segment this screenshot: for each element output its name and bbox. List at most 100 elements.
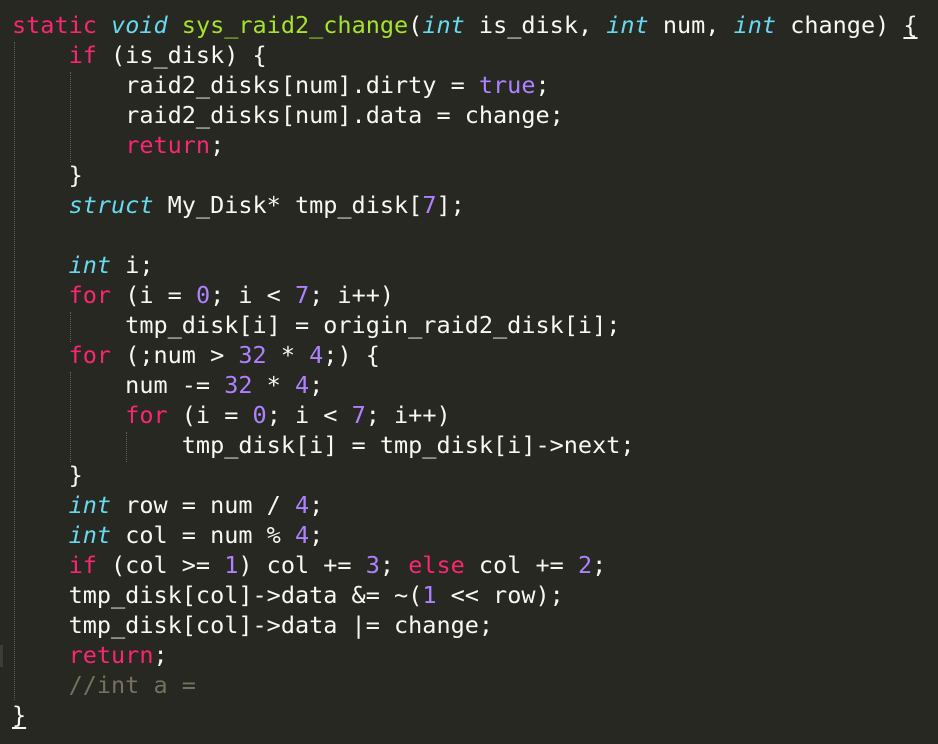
code-token: (i =: [167, 401, 253, 429]
code-line[interactable]: int row = num / 4;: [12, 490, 324, 520]
code-token: static: [12, 11, 97, 39]
code-token: tmp_disk[i] = tmp_disk[i]->next;: [12, 431, 635, 459]
code-line[interactable]: tmp_disk[col]->data &= ~(1 << row);: [12, 580, 564, 610]
code-token: raid2_disks[num].data = change;: [12, 101, 564, 129]
code-token: row = num /: [111, 491, 295, 519]
code-token: void: [111, 11, 168, 39]
code-line[interactable]: if (col >= 1) col += 3; else col += 2;: [12, 550, 607, 580]
code-token: ;: [153, 641, 168, 669]
code-token: }: [12, 461, 83, 489]
code-token: int: [68, 251, 112, 279]
code-token: sys_raid2_change: [181, 11, 409, 39]
code-token: col +=: [464, 551, 578, 579]
code-token: else: [408, 551, 465, 579]
code-line[interactable]: static void sys_raid2_change(int is_disk…: [12, 10, 918, 40]
code-line[interactable]: return;: [12, 640, 168, 670]
code-token: true: [478, 71, 536, 99]
code-token: col = num %: [111, 521, 295, 549]
code-token: if: [68, 41, 97, 69]
code-token: if: [68, 551, 97, 579]
code-line[interactable]: int i;: [12, 250, 154, 280]
code-token: 7: [294, 281, 310, 309]
code-token: 0: [252, 401, 267, 429]
code-token: is_disk,: [464, 11, 607, 39]
code-token: (col >=: [96, 551, 225, 579]
code-line[interactable]: num -= 32 * 4;: [12, 370, 323, 400]
code-token: ) col +=: [238, 551, 366, 579]
code-line[interactable]: for (i = 0; i < 7; i++): [12, 400, 451, 430]
code-token: ;: [309, 521, 324, 549]
code-token: for: [68, 281, 112, 309]
code-token: }: [12, 701, 27, 729]
code-token: ; i++): [365, 401, 451, 429]
code-line[interactable]: }: [12, 460, 83, 490]
code-token: (i =: [111, 281, 196, 309]
code-token: tmp_disk[col]->data |= change;: [12, 611, 494, 639]
code-line[interactable]: //int a =: [12, 670, 196, 700]
code-token: for: [68, 341, 112, 369]
code-line[interactable]: struct My_Disk* tmp_disk[7];: [12, 190, 465, 220]
code-token: (;num >: [111, 341, 239, 369]
code-line[interactable]: raid2_disks[num].dirty = true;: [12, 70, 550, 100]
code-token: 32: [238, 341, 267, 369]
code-token: int: [68, 521, 112, 549]
code-line[interactable]: for (;num > 32 * 4;) {: [12, 340, 380, 370]
line-marker: [0, 645, 3, 667]
code-editor[interactable]: static void sys_raid2_change(int is_disk…: [0, 0, 938, 744]
code-line[interactable]: }: [12, 160, 83, 190]
code-token: for: [125, 401, 168, 429]
code-token: ; i <: [266, 401, 352, 429]
code-token: 4: [309, 341, 324, 369]
code-token: (: [408, 11, 423, 39]
code-token: *: [266, 341, 310, 369]
code-token: My_Disk* tmp_disk[: [153, 191, 423, 219]
code-line[interactable]: tmp_disk[i] = tmp_disk[i]->next;: [12, 430, 635, 460]
code-token: ;: [309, 491, 324, 519]
code-token: int: [422, 11, 465, 39]
code-token: ];: [436, 191, 465, 219]
code-token: int: [733, 11, 777, 39]
code-token: ;) {: [323, 341, 380, 369]
code-token: int: [68, 491, 112, 519]
code-line[interactable]: raid2_disks[num].data = change;: [12, 100, 564, 130]
code-line[interactable]: }: [12, 700, 26, 730]
code-token: ; i++): [309, 281, 395, 309]
code-token: << row);: [436, 581, 564, 609]
code-token: return: [125, 131, 211, 159]
code-token: 1: [224, 551, 239, 579]
code-token: 7: [351, 401, 366, 429]
code-token: tmp_disk[col]->data &= ~(: [12, 581, 423, 609]
code-line[interactable]: tmp_disk[i] = origin_raid2_disk[i];: [12, 310, 620, 340]
code-token: 1: [422, 581, 437, 609]
code-token: ;: [210, 131, 225, 159]
code-line[interactable]: return;: [12, 130, 224, 160]
code-token: 4: [294, 491, 310, 519]
code-line[interactable]: int col = num % 4;: [12, 520, 324, 550]
code-token: {: [903, 11, 918, 39]
code-token: raid2_disks[num].dirty =: [12, 71, 479, 99]
code-token: 2: [577, 551, 593, 579]
code-token: ;: [592, 551, 607, 579]
code-token: tmp_disk[i] = origin_raid2_disk[i];: [12, 311, 621, 339]
code-line[interactable]: if (is_disk) {: [12, 40, 267, 70]
code-token: }: [12, 161, 83, 189]
code-line[interactable]: tmp_disk[col]->data |= change;: [12, 610, 493, 640]
code-token: ;: [535, 71, 550, 99]
code-token: change): [776, 11, 904, 39]
code-line[interactable]: for (i = 0; i < 7; i++): [12, 280, 394, 310]
code-token: ; i <: [210, 281, 295, 309]
code-token: *: [252, 371, 295, 399]
code-token: i;: [111, 251, 154, 279]
